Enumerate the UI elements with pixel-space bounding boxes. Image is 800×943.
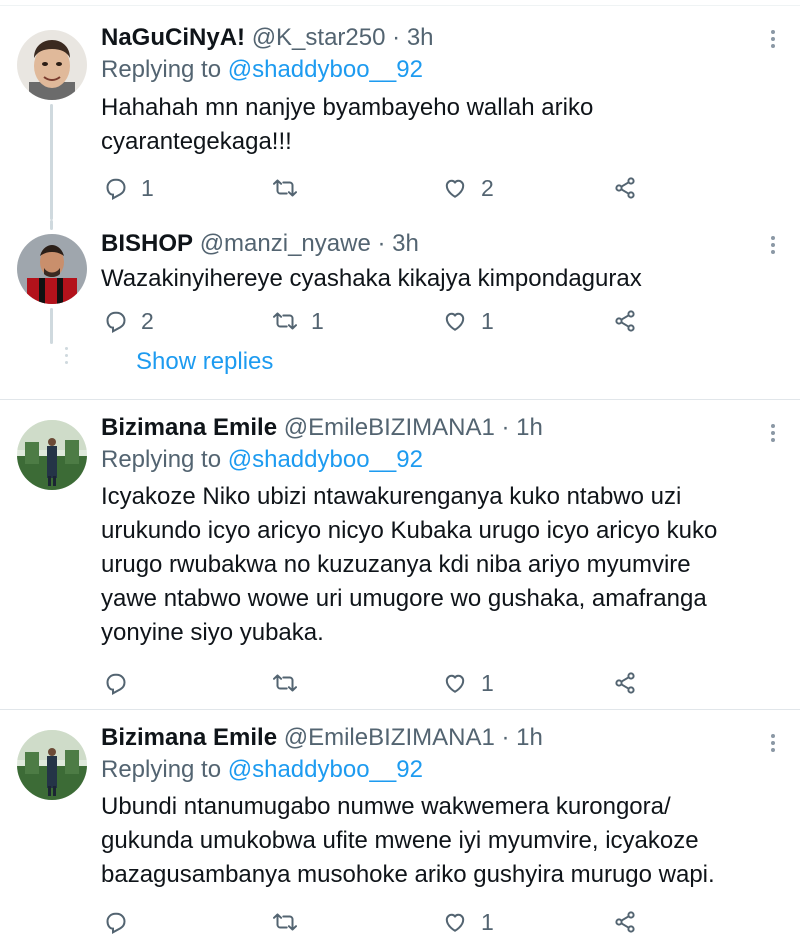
timestamp[interactable]: 3h <box>392 230 419 257</box>
replying-prefix: Replying to <box>101 446 222 473</box>
reply-button[interactable] <box>103 667 141 699</box>
avatar[interactable] <box>17 420 87 490</box>
retweet-button[interactable] <box>273 667 311 699</box>
thread-line <box>50 220 53 230</box>
replying-to: Replying to @shaddyboo__92 <box>101 54 760 86</box>
share-icon <box>615 911 635 933</box>
tweet-1[interactable]: NaGuCiNyA! @K_star250 · 3h Replying to @… <box>0 0 800 220</box>
timestamp[interactable]: 3h <box>407 24 434 51</box>
tweet-header: Bizimana Emile @EmileBIZIMANA1 · 1h <box>101 414 543 441</box>
like-button[interactable]: 1 <box>443 906 494 938</box>
tweet-text: Hahahah mn nanjye byambayeho wallah arik… <box>101 94 594 155</box>
retweet-icon <box>273 913 297 931</box>
avatar[interactable] <box>17 234 87 304</box>
mention-link[interactable]: @shaddyboo__92 <box>228 56 423 83</box>
tweet-actions: 1 <box>101 667 661 699</box>
tweet-header: Bizimana Emile @EmileBIZIMANA1 · 1h <box>101 724 543 751</box>
display-name[interactable]: BISHOP <box>101 230 193 257</box>
timestamp[interactable]: 1h <box>516 414 543 441</box>
like-button[interactable]: 1 <box>443 305 494 337</box>
share-icon <box>615 177 635 199</box>
tweet-2[interactable]: BISHOP @manzi_nyawe · 3h Wazakinyihereye… <box>0 220 800 400</box>
timestamp[interactable]: 1h <box>516 724 543 751</box>
share-button[interactable] <box>613 667 637 699</box>
like-button[interactable]: 1 <box>443 667 494 699</box>
share-button[interactable] <box>613 906 637 938</box>
reply-icon <box>106 178 126 200</box>
tweet-3[interactable]: Bizimana Emile @EmileBIZIMANA1 · 1h Repl… <box>0 400 800 709</box>
retweet-button[interactable] <box>273 906 311 938</box>
reply-icon <box>106 311 126 333</box>
show-replies-link[interactable]: Show replies <box>136 348 273 376</box>
replying-to: Replying to @shaddyboo__92 <box>101 754 760 786</box>
reply-count: 2 <box>141 307 154 334</box>
retweet-icon <box>273 179 297 197</box>
like-button[interactable]: 2 <box>443 172 494 204</box>
like-icon <box>445 179 465 198</box>
more-icon[interactable] <box>770 734 776 754</box>
like-count: 1 <box>481 908 494 935</box>
more-icon[interactable] <box>770 424 776 444</box>
replying-prefix: Replying to <box>101 56 222 83</box>
reply-button[interactable]: 1 <box>103 172 154 204</box>
like-count: 1 <box>481 669 494 696</box>
reply-icon <box>106 673 126 695</box>
like-count: 1 <box>481 307 494 334</box>
thread-line <box>50 308 53 344</box>
tweet-text: Ubundi ntanumugabo numwe wakwemera kuron… <box>101 793 715 888</box>
tweet-actions: 2 1 1 <box>101 305 661 337</box>
user-handle[interactable]: @K_star250 <box>252 24 386 51</box>
retweet-icon <box>273 674 297 692</box>
like-count: 2 <box>481 174 494 201</box>
tweet-actions: 1 <box>101 906 661 938</box>
like-icon <box>445 674 465 693</box>
retweet-icon <box>273 312 297 330</box>
display-name[interactable]: Bizimana Emile <box>101 414 277 441</box>
thread-continuation-dots <box>65 347 69 368</box>
user-handle[interactable]: @EmileBIZIMANA1 <box>284 724 495 751</box>
reply-count: 1 <box>141 174 154 201</box>
tweet-header: NaGuCiNyA! @K_star250 · 3h <box>101 24 434 51</box>
display-name[interactable]: NaGuCiNyA! <box>101 24 245 51</box>
avatar[interactable] <box>17 730 87 800</box>
more-icon[interactable] <box>770 236 776 256</box>
retweet-button[interactable] <box>273 172 311 204</box>
user-handle[interactable]: @manzi_nyawe <box>200 230 371 257</box>
display-name[interactable]: Bizimana Emile <box>101 724 277 751</box>
reply-icon <box>106 912 126 934</box>
tweet-text: Wazakinyihereye cyashaka kikajya kimpond… <box>101 265 642 292</box>
thread-line <box>50 104 53 220</box>
share-button[interactable] <box>613 305 637 337</box>
share-button[interactable] <box>613 172 637 204</box>
tweet-4[interactable]: Bizimana Emile @EmileBIZIMANA1 · 1h Repl… <box>0 710 800 943</box>
avatar[interactable] <box>17 30 87 100</box>
mention-link[interactable]: @shaddyboo__92 <box>228 446 423 473</box>
replying-prefix: Replying to <box>101 756 222 783</box>
retweet-count: 1 <box>311 307 324 334</box>
tweet-text: Icyakoze Niko ubizi ntawakurenganya kuko… <box>101 483 718 646</box>
mention-link[interactable]: @shaddyboo__92 <box>228 756 423 783</box>
tweet-actions: 1 2 <box>101 172 661 204</box>
like-icon <box>445 312 465 331</box>
share-icon <box>615 310 635 332</box>
user-handle[interactable]: @EmileBIZIMANA1 <box>284 414 495 441</box>
tweet-header: BISHOP @manzi_nyawe · 3h <box>101 230 419 257</box>
reply-button[interactable] <box>103 906 141 938</box>
more-icon[interactable] <box>770 30 776 50</box>
replying-to: Replying to @shaddyboo__92 <box>101 444 760 476</box>
share-icon <box>615 672 635 694</box>
reply-button[interactable]: 2 <box>103 305 154 337</box>
like-icon <box>445 913 465 932</box>
retweet-button[interactable]: 1 <box>273 305 324 337</box>
